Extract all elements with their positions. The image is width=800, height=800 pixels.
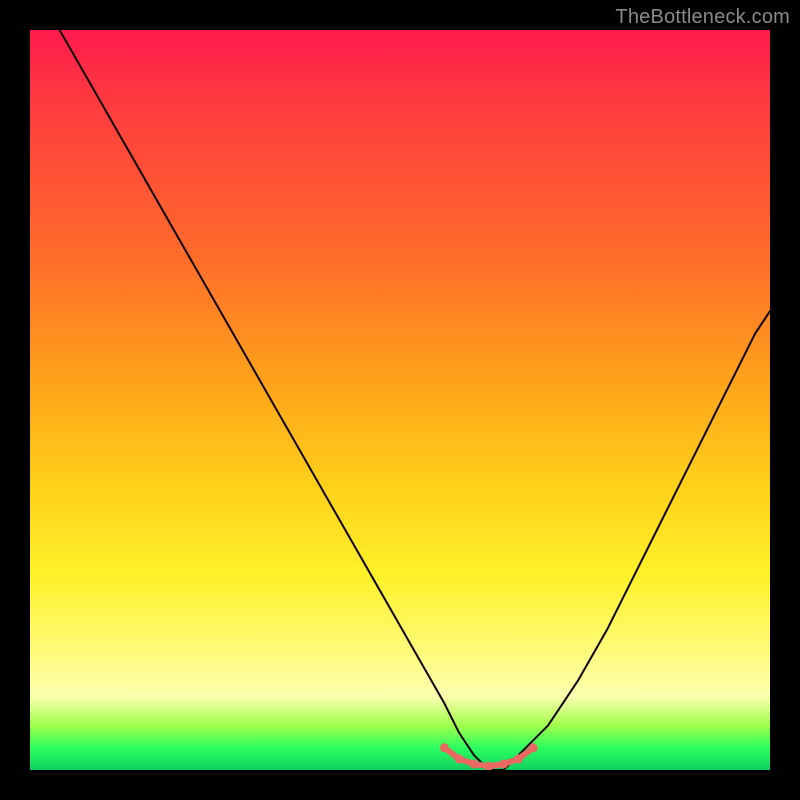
plot-area — [30, 30, 770, 770]
accent-dot — [440, 743, 449, 752]
chart-frame: TheBottleneck.com — [0, 0, 800, 800]
accent-dot — [514, 754, 523, 763]
accent-dot — [455, 754, 464, 763]
accent-dot — [499, 760, 508, 769]
bottleneck-curve — [60, 30, 770, 770]
chart-overlay — [30, 30, 770, 770]
watermark-text: TheBottleneck.com — [615, 6, 790, 29]
accent-bottom-segment — [440, 743, 538, 770]
accent-dot — [529, 743, 538, 752]
accent-dot — [470, 760, 479, 769]
